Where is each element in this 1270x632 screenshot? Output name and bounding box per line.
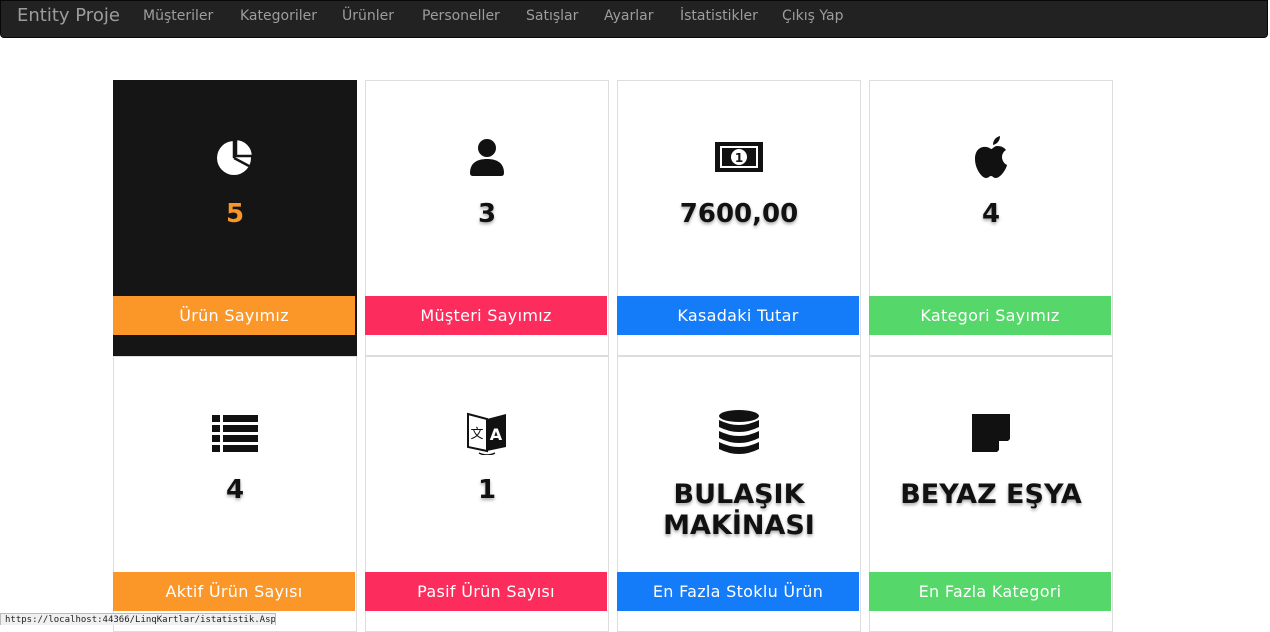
nav-item-istatistikler[interactable]: İstatistikler	[680, 8, 758, 24]
database-icon	[618, 410, 860, 455]
stat-value: BEYAZ EŞYA	[900, 479, 1082, 510]
user-icon	[366, 135, 608, 179]
list-icon	[114, 411, 356, 455]
nav-item-satislar[interactable]: Satışlar	[526, 8, 578, 24]
stat-card-en-fazla-kategori: BEYAZ EŞYA En Fazla Kategori	[869, 356, 1113, 632]
nav-item-cikis-yap[interactable]: Çıkış Yap	[782, 8, 844, 24]
stat-card-musteri-sayimiz: 3 Müşteri Sayımız	[365, 80, 609, 356]
stat-label: Kategori Sayımız	[869, 296, 1111, 335]
stat-label: Müşteri Sayımız	[365, 296, 607, 335]
stat-value: 7600,00	[679, 199, 799, 229]
stat-label: Pasif Ürün Sayısı	[365, 572, 607, 611]
nav-item-personeller[interactable]: Personeller	[422, 8, 500, 24]
apple-icon	[870, 135, 1112, 179]
browser-status-url: https://localhost:44366/LinqKartlar/ista…	[0, 613, 276, 625]
stat-value: BULAŞIK MAKİNASI	[663, 479, 815, 541]
stat-card-pasif-urun: 文 A 1 Pasif Ürün Sayısı	[365, 356, 609, 632]
money-bill-icon: 1	[618, 135, 860, 179]
nav-item-ayarlar[interactable]: Ayarlar	[604, 8, 653, 24]
svg-text:A: A	[490, 425, 503, 444]
nav-item-kategoriler[interactable]: Kategoriler	[240, 8, 317, 24]
stat-label: En Fazla Stoklu Ürün	[617, 572, 859, 611]
top-navbar: Entity Proje Müşteriler Kategoriler Ürün…	[0, 0, 1268, 38]
nav-item-musteriler[interactable]: Müşteriler	[143, 8, 213, 24]
stat-value: 5	[225, 199, 245, 229]
stat-label: Aktif Ürün Sayısı	[113, 572, 355, 611]
stat-card-aktif-urun: 4 Aktif Ürün Sayısı	[113, 356, 357, 632]
brand-link[interactable]: Entity Proje	[17, 5, 120, 27]
stat-value: 1	[477, 475, 497, 505]
stat-card-urun-sayimiz: 5 Ürün Sayımız	[113, 80, 357, 356]
stat-value: 4	[225, 475, 245, 505]
sticky-note-icon	[870, 411, 1112, 455]
svg-text:文: 文	[470, 427, 483, 442]
nav-item-urunler[interactable]: Ürünler	[342, 8, 394, 24]
stat-card-en-fazla-stoklu-urun: BULAŞIK MAKİNASI En Fazla Stoklu Ürün	[617, 356, 861, 632]
stat-card-kategori-sayimiz: 4 Kategori Sayımız	[869, 80, 1113, 356]
stat-label: Kasadaki Tutar	[617, 296, 859, 335]
stat-card-kasadaki-tutar: 1 7600,00 Kasadaki Tutar	[617, 80, 861, 356]
stat-label: Ürün Sayımız	[113, 296, 355, 335]
stat-value: 4	[981, 199, 1001, 229]
stat-value: 3	[477, 199, 497, 229]
stat-label: En Fazla Kategori	[869, 572, 1111, 611]
svg-text:1: 1	[735, 151, 743, 165]
language-icon: 文 A	[366, 411, 608, 455]
pie-chart-icon	[114, 135, 356, 179]
